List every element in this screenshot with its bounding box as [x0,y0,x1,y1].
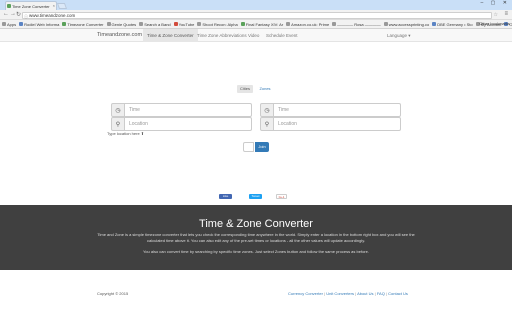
bookmark-label: ———— Rosa ———— [337,21,381,27]
nav-schedule-event[interactable]: Schedule Event [262,29,302,42]
footer-separator: | [374,291,376,296]
bookmark-item[interactable]: YouTube [173,21,195,27]
bookmark-item[interactable]: Timezone Converter [62,21,104,27]
bookmark-label: Search a Band [144,21,171,27]
info-paragraph: Time and Zone is a simple timezone conve… [97,232,415,243]
bookmark-icon [173,22,178,26]
bookmark-icon [106,22,111,26]
bookmark-icon [240,22,245,26]
info-paragraph: You also can convert time by searching b… [143,249,369,254]
bookmark-icon [383,22,388,26]
info-headline: Time & Zone Converter [199,218,313,230]
bookmark-label: Genie Quotes [111,21,137,27]
left-location-input[interactable]: Location [125,117,252,131]
join-checkbox[interactable] [243,142,254,152]
footer-separator: | [385,291,387,296]
right-location-input[interactable]: Location [274,117,401,131]
bookmark-item[interactable]: Genie Quotes [106,21,137,27]
bookmark-item[interactable]: Final Fantasy XIV: Ar [240,21,284,27]
facebook-like-button[interactable]: Like [219,194,232,199]
bookmark-label: Apps [7,21,17,27]
tweet-button[interactable]: Tweet [249,194,262,199]
nav-video[interactable]: Video [244,29,263,42]
url-text: www.timeandzone.com [29,13,76,18]
join-button[interactable]: Join [255,142,269,152]
bookmark-item[interactable]: Rodiel Web Informa [19,22,59,27]
nav-time-zone-abbreviations[interactable]: Time Zone Abbreviations [193,29,251,42]
bookmark-item[interactable]: Amazon.co.uk: Prime [286,22,329,27]
bookmark-item[interactable]: www.accessprinting.co [383,21,430,27]
bookmark-icon [19,22,24,26]
right-time-input[interactable]: Time [274,103,401,117]
favicon-icon [7,4,11,8]
bookmark-label: Final Fantasy XIV: Ar [245,21,284,27]
bookmark-label: DBE Germany • Sto [437,21,473,27]
clock-icon: ◷ [111,103,125,117]
map-marker-icon: ⚲ [260,117,274,131]
location-help-text: Type location here ⬆ [107,131,145,136]
tab-zones[interactable]: Zones [257,85,273,93]
browser-tab[interactable]: Time Zone Converter × [5,1,57,10]
bookmarks-bar: Apps Rodiel Web Informa Timezone Converter… [0,20,512,29]
map-marker-icon: ⚲ [111,117,125,131]
footer-separator: | [324,291,326,296]
window-controls[interactable]: – ▢ ✕ [481,0,510,6]
google-plus-button[interactable]: G+1 [276,194,287,199]
bookmark-icon [62,22,67,26]
address-bar[interactable]: ⓘ www.timeandzone.com [22,12,492,19]
bookmark-item[interactable]: ———— Rosa ———— [332,22,381,27]
other-bookmarks[interactable]: Other bookmarks [479,21,510,26]
bookmark-label: YouTube [178,21,195,27]
footer-link-about-us[interactable]: About Us [357,291,373,296]
bookmark-icon [139,22,144,26]
left-time-input[interactable]: Time [125,103,252,117]
bookmark-icon [332,22,337,26]
nav-time-zone-converter[interactable]: Time & Zone Converter [143,29,198,42]
bookmark-icon [286,22,291,26]
bookmark-label: www.accessprinting.co [388,21,430,27]
footer-link-faq[interactable]: FAQ [377,291,385,296]
copyright-text: Copyright © 2015 [97,291,129,296]
clock-icon: ◷ [260,103,274,117]
back-icon[interactable]: ← [3,11,9,17]
bookmark-item[interactable]: Shoot Recon: Alpha [197,21,238,27]
bookmark-item[interactable]: DBE Germany • Sto [432,21,473,27]
footer-link-currency-converter[interactable]: Currency Converter [288,291,323,296]
reload-icon[interactable]: ↻ [16,11,21,18]
new-tab-button[interactable] [56,3,68,9]
close-tab-icon[interactable]: × [53,3,55,8]
site-brand[interactable]: Timeandzone.com [97,32,142,38]
tab-title: Time Zone Converter [12,4,50,9]
footer-link-contact-us[interactable]: Contact Us [388,291,408,296]
bookmark-label: Rodiel Web Informa [24,21,60,27]
bookmark-label: Shoot Recon: Alpha [202,21,238,27]
footer-links: Currency Converter | Unit Converters | A… [288,291,408,296]
tab-strip [0,0,512,10]
bookmark-icon [197,22,202,26]
bookmark-item[interactable]: Search a Band [139,21,171,27]
bookmark-icon [2,22,6,26]
language-dropdown[interactable]: Language ▾ [387,29,411,42]
bookmark-label: Amazon.co.uk: Prime [291,21,330,27]
footer-separator: | [355,291,357,296]
footer-link-unit-converters[interactable]: Unit Converters [326,291,354,296]
tab-cities[interactable]: Cities [237,85,253,93]
bookmark-icon [432,22,437,26]
bookmark-star-icon[interactable]: ☆ [494,12,498,18]
bookmark-label: Timezone Converter [67,21,104,27]
bookmark-item[interactable]: Apps [2,22,16,27]
browser-menu-icon[interactable]: ≡ [504,11,508,17]
